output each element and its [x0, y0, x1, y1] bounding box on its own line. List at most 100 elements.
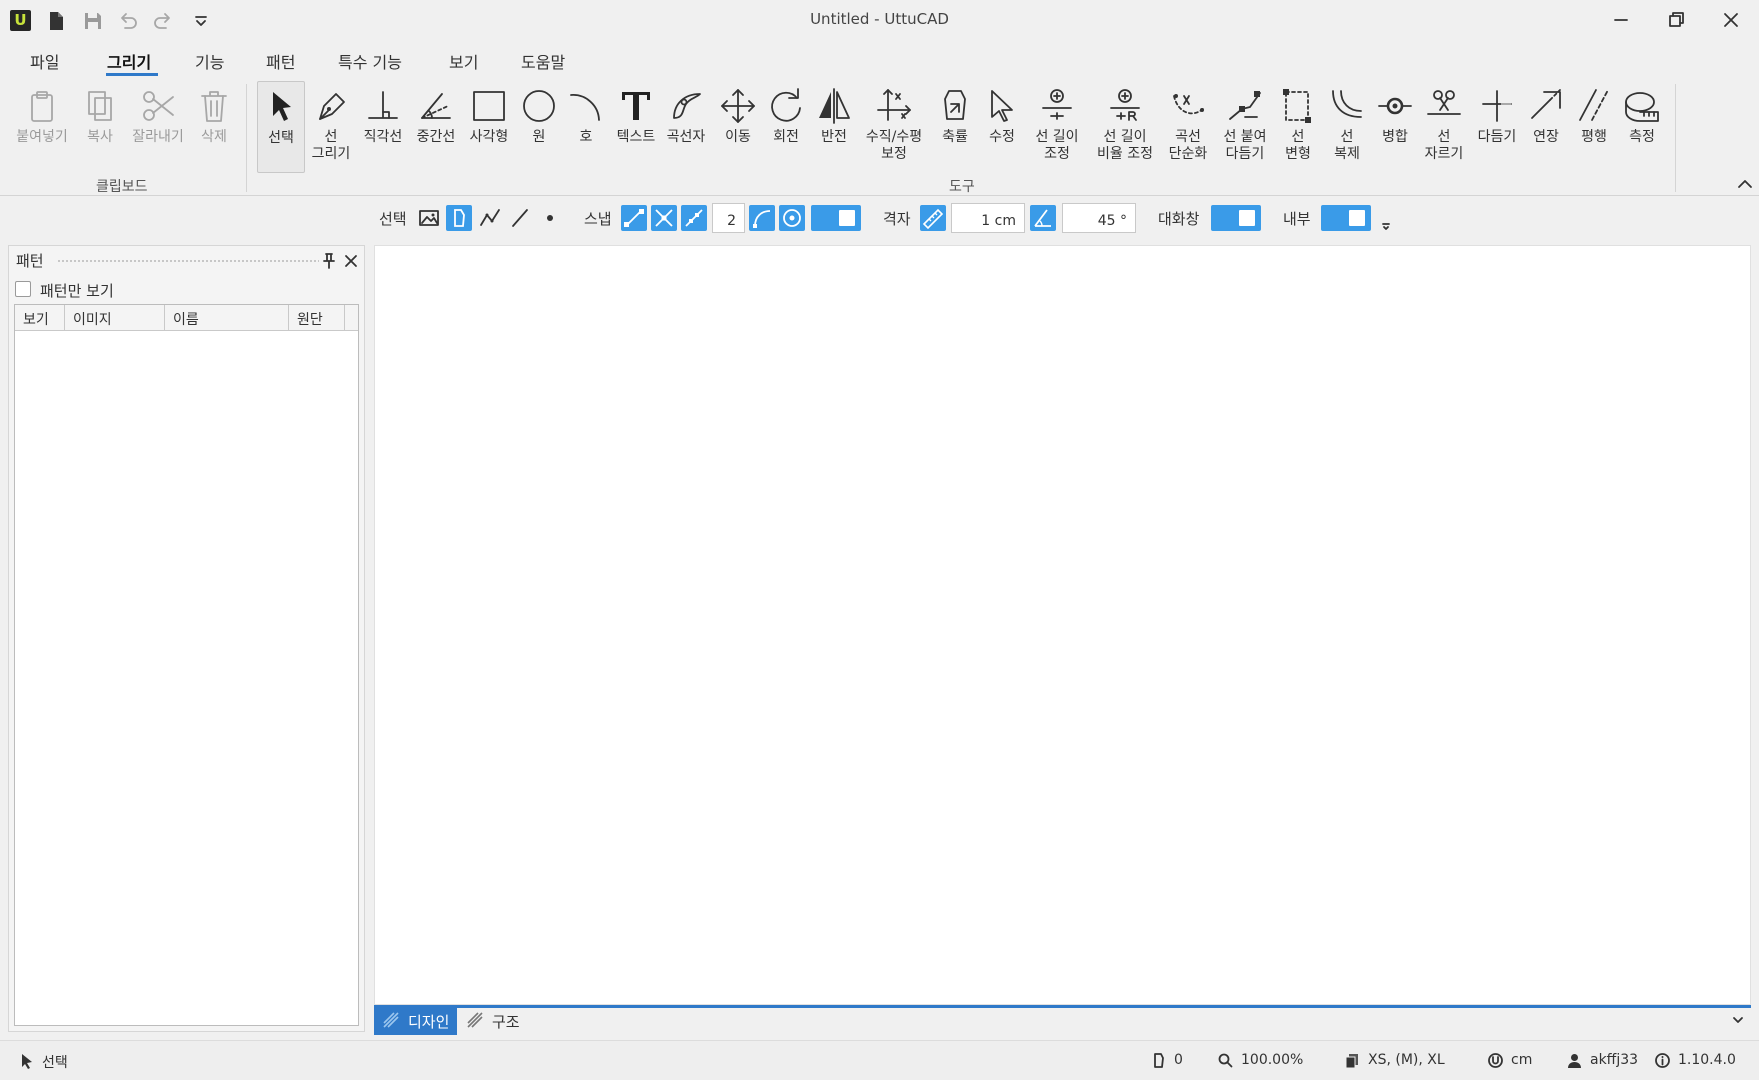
trim-button[interactable]: 다듬기 — [1469, 81, 1525, 171]
rectangle-button[interactable]: 사각형 — [461, 81, 517, 171]
pin-icon[interactable] — [321, 252, 337, 270]
toolbar-overflow-icon[interactable] — [1380, 220, 1392, 232]
french-curve-button[interactable]: 곡선자 — [658, 81, 714, 171]
tab-draw[interactable]: 그리기 — [107, 49, 151, 73]
toggle-knob — [1239, 210, 1255, 226]
clipboard-group-label: 클립보드 — [96, 179, 148, 195]
snap-toggle[interactable] — [811, 205, 861, 231]
select-point-icon[interactable] — [537, 205, 563, 231]
tools-group-label: 도구 — [949, 179, 975, 195]
perpendicular-icon — [363, 86, 403, 126]
select-line-icon[interactable] — [507, 205, 533, 231]
customize-dropdown-icon[interactable] — [190, 10, 212, 32]
menu-bar: 파일 그리기 기능 패턴 특수 기능 보기 도움말 — [0, 40, 1759, 78]
status-bar: 선택 0 100.00% XS, (M), XL cm akffj33 1.10… — [0, 1040, 1759, 1080]
tab-structure[interactable]: 구조 — [458, 1005, 528, 1035]
redo-icon[interactable] — [152, 10, 174, 32]
pattern-piece-icon — [1150, 1052, 1167, 1069]
inner-toggle[interactable] — [1321, 205, 1371, 231]
move-arrows-icon — [718, 86, 758, 126]
snap-curve-icon[interactable] — [749, 205, 775, 231]
mirror-button[interactable]: 반전 — [806, 81, 862, 171]
tab-pattern[interactable]: 패턴 — [266, 49, 295, 73]
close-icon[interactable] — [342, 252, 360, 270]
straighten-button[interactable]: 수직/수평 보정 — [866, 81, 922, 171]
transform-line-icon — [1278, 86, 1318, 126]
close-window-button[interactable] — [1717, 6, 1745, 34]
measure-button[interactable]: 측정 — [1614, 81, 1670, 171]
adjust-line-length-label: 선 길이 조정 — [1035, 129, 1079, 162]
simplify-curve-button[interactable]: 곡선 단순화 — [1160, 81, 1216, 171]
rotate-icon — [766, 86, 806, 126]
chevron-down-icon[interactable] — [1731, 1014, 1745, 1026]
restore-button[interactable] — [1662, 6, 1690, 34]
line-length-icon — [1037, 86, 1077, 126]
select-image-icon[interactable] — [416, 205, 442, 231]
tab-help[interactable]: 도움말 — [521, 49, 565, 73]
ruler-icon[interactable] — [920, 205, 946, 231]
tab-file[interactable]: 파일 — [30, 49, 59, 73]
grid-size-input[interactable] — [951, 203, 1025, 233]
draw-line-button[interactable]: 선 그리기 — [303, 81, 359, 171]
app-logo-icon[interactable]: U — [10, 10, 31, 31]
tab-view[interactable]: 보기 — [449, 49, 478, 73]
undo-icon[interactable] — [117, 10, 139, 32]
pattern-table[interactable]: 보기 이미지 이름 원단 — [14, 304, 359, 1026]
pattern-only-checkbox[interactable] — [15, 281, 31, 297]
arc-button[interactable]: 호 — [558, 81, 614, 171]
delete-button[interactable]: 삭제 — [186, 81, 242, 171]
perpendicular-line-button[interactable]: 직각선 — [355, 81, 411, 171]
column-header-fabric[interactable]: 원단 — [289, 305, 345, 331]
paste-button[interactable]: 붙여넣기 — [14, 81, 70, 171]
new-file-icon[interactable] — [45, 10, 67, 32]
parallel-lines-icon — [1574, 86, 1614, 126]
minimize-button[interactable] — [1607, 6, 1635, 34]
column-header-image[interactable]: 이미지 — [65, 305, 165, 331]
tab-special-functions[interactable]: 특수 기능 — [338, 49, 402, 73]
text-button[interactable]: 텍스트 — [608, 81, 664, 171]
select-polyline-icon[interactable] — [477, 205, 503, 231]
drawing-canvas[interactable] — [374, 245, 1751, 1005]
collapse-ribbon-icon[interactable] — [1735, 176, 1755, 192]
extend-icon — [1526, 86, 1566, 126]
cut-line-button[interactable]: 선 자르기 — [1416, 81, 1472, 171]
column-header-view[interactable]: 보기 — [15, 305, 65, 331]
snap-endpoint-icon[interactable] — [621, 205, 647, 231]
dialog-label: 대화창 — [1158, 210, 1200, 228]
tab-design[interactable]: 디자인 — [374, 1005, 458, 1035]
magnifier-icon — [1217, 1052, 1234, 1069]
snap-intersection-icon[interactable] — [651, 205, 677, 231]
angle-snap-icon[interactable] — [1030, 205, 1056, 231]
tab-structure-label: 구조 — [492, 1013, 520, 1031]
trim-icon — [1477, 86, 1517, 126]
snap-divide-count-input[interactable] — [712, 203, 745, 233]
cut-button[interactable]: 잘라내기 — [130, 81, 186, 171]
cursor-arrow-icon — [261, 87, 301, 127]
copy-button[interactable]: 복사 — [72, 81, 128, 171]
pen-nib-icon — [311, 86, 351, 126]
active-tab-indicator — [106, 73, 158, 76]
window-title: Untitled - UttuCAD — [810, 10, 949, 28]
user-icon — [1566, 1052, 1583, 1069]
bisector-line-button[interactable]: 중간선 — [408, 81, 464, 171]
snap-divide-icon[interactable] — [681, 205, 707, 231]
attach-line-icon — [1225, 86, 1265, 126]
tape-measure-icon — [1622, 86, 1662, 126]
ribbon-group-divider — [246, 84, 247, 192]
snap-angle-input[interactable] — [1062, 203, 1136, 233]
save-icon[interactable] — [82, 10, 104, 32]
panel-drag-grip[interactable] — [57, 259, 319, 263]
column-header-name[interactable]: 이름 — [165, 305, 289, 331]
merge-icon — [1375, 86, 1415, 126]
snap-center-icon[interactable] — [779, 205, 805, 231]
view-tabs: 디자인 구조 — [374, 1005, 1751, 1035]
tab-functions[interactable]: 기능 — [195, 49, 224, 73]
adjust-line-ratio-button[interactable]: 선 길이 비율 조정 — [1097, 81, 1153, 171]
copy-icon — [80, 86, 120, 126]
panel-title: 패턴 — [16, 252, 44, 270]
adjust-line-length-button[interactable]: 선 길이 조정 — [1029, 81, 1085, 171]
dialog-toggle[interactable] — [1211, 205, 1261, 231]
select-pattern-icon[interactable] — [446, 205, 472, 231]
cut-line-icon — [1424, 86, 1464, 126]
measure-label: 측정 — [1629, 129, 1655, 145]
